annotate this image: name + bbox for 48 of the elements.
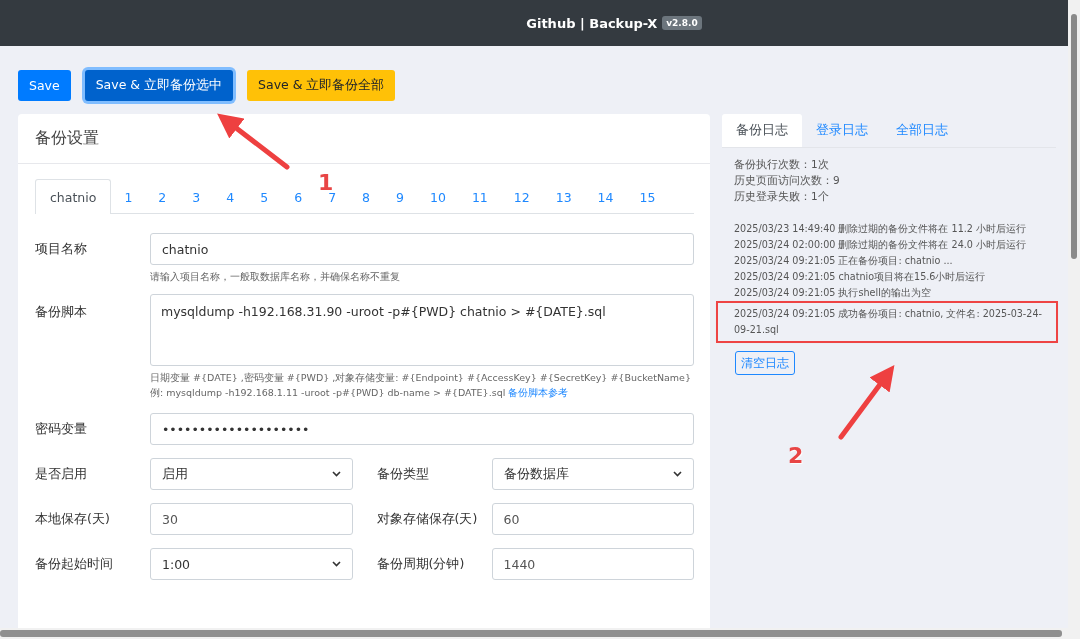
card-title: 备份设置 [18,114,710,164]
log-tab[interactable]: 全部日志 [882,114,962,147]
log-entry: 2025/03/24 02:00:00 删除过期的备份文件将在 24.0 小时后运行 [734,238,1027,252]
field-label: 备份脚本 [35,303,88,321]
log-entry: 2025/03/24 09:21:05 chatnio项目将在15.6小时后运行 [734,270,987,284]
field-label: 备份类型 [376,465,430,483]
field-label: 密码变量 [35,420,88,438]
reference-link[interactable]: 备份脚本参考 [508,387,569,398]
input-field[interactable]: chatnio [150,233,694,265]
chevron-icon [673,471,682,477]
field-label: 对象存储保存(天) [376,510,479,528]
save-button[interactable]: Save & 立即备份选中 [84,70,234,101]
script-textarea[interactable]: mysqldump -h192.168.31.90 -uroot -p#{PWD} chatnio > #{DATE}.sql [150,294,694,366]
field-label: 项目名称 [35,240,88,258]
chevron-icon [331,471,341,477]
password-field[interactable]: •••••••••••••••••••• [150,413,694,445]
stat-text: 历史页面访问次数：9 [734,173,841,188]
log-tab[interactable]: 备份日志 [722,114,802,147]
chevron-icon [331,561,341,567]
help-text: 日期变量 #{DATE} ,密码变量 #{PWD} ,对象存储变量: #{Endpoint} #{AccessKey} #{SecretKey} #{BucketName} [150,371,692,385]
clear-log-button[interactable]: 清空日志 [735,351,795,375]
field-label: 是否启用 [35,465,88,483]
app-title: Github | Backup-X [526,15,658,31]
log-entry: 2025/03/24 09:21:05 成功备份项目: chatnio, 文件名: 2025-03-24-09-21.sql [718,303,1056,341]
select-field[interactable]: 备份数据库 [491,458,694,490]
project-tab[interactable]: chatnio [35,179,112,214]
input-field[interactable]: 1440 [491,548,694,580]
version-badge: v2.8.0 [662,16,702,30]
select-field[interactable]: 1:00 [150,548,353,580]
save-button[interactable]: Save & 立即备份全部 [247,70,396,101]
help-text: 例: mysqldump -h192.168.1.11 -uroot -p#{PWD} db-name > #{DATE}.sql [150,387,507,398]
stat-text: 历史登录失败：1个 [734,189,830,204]
field-label: 本地保存(天) [35,510,111,528]
input-field[interactable]: 60 [491,503,694,535]
log-entry: 2025/03/23 14:49:40 删除过期的备份文件将在 11.2 小时后运行 [734,222,1027,236]
log-entry: 2025/03/24 09:21:05 正在备份项目: chatnio ... [734,254,954,268]
input-field[interactable]: 30 [150,503,353,535]
select-field[interactable]: 启用 [150,458,353,490]
save-button[interactable]: Save [18,70,71,101]
log-tab[interactable]: 登录日志 [802,114,882,147]
field-label: 备份起始时间 [35,555,114,573]
scrollbar[interactable] [1068,0,1080,628]
log-entry: 2025/03/24 09:21:05 执行shell的输出为空 [734,286,932,300]
scrollbar[interactable] [0,628,1080,639]
field-label: 备份周期(分钟) [376,555,466,573]
stat-text: 备份执行次数：1次 [734,157,830,172]
annotation-number: 2 [788,443,804,468]
help-text: 请输入项目名称，一般取数据库名称，并确保名称不重复 [150,270,401,284]
